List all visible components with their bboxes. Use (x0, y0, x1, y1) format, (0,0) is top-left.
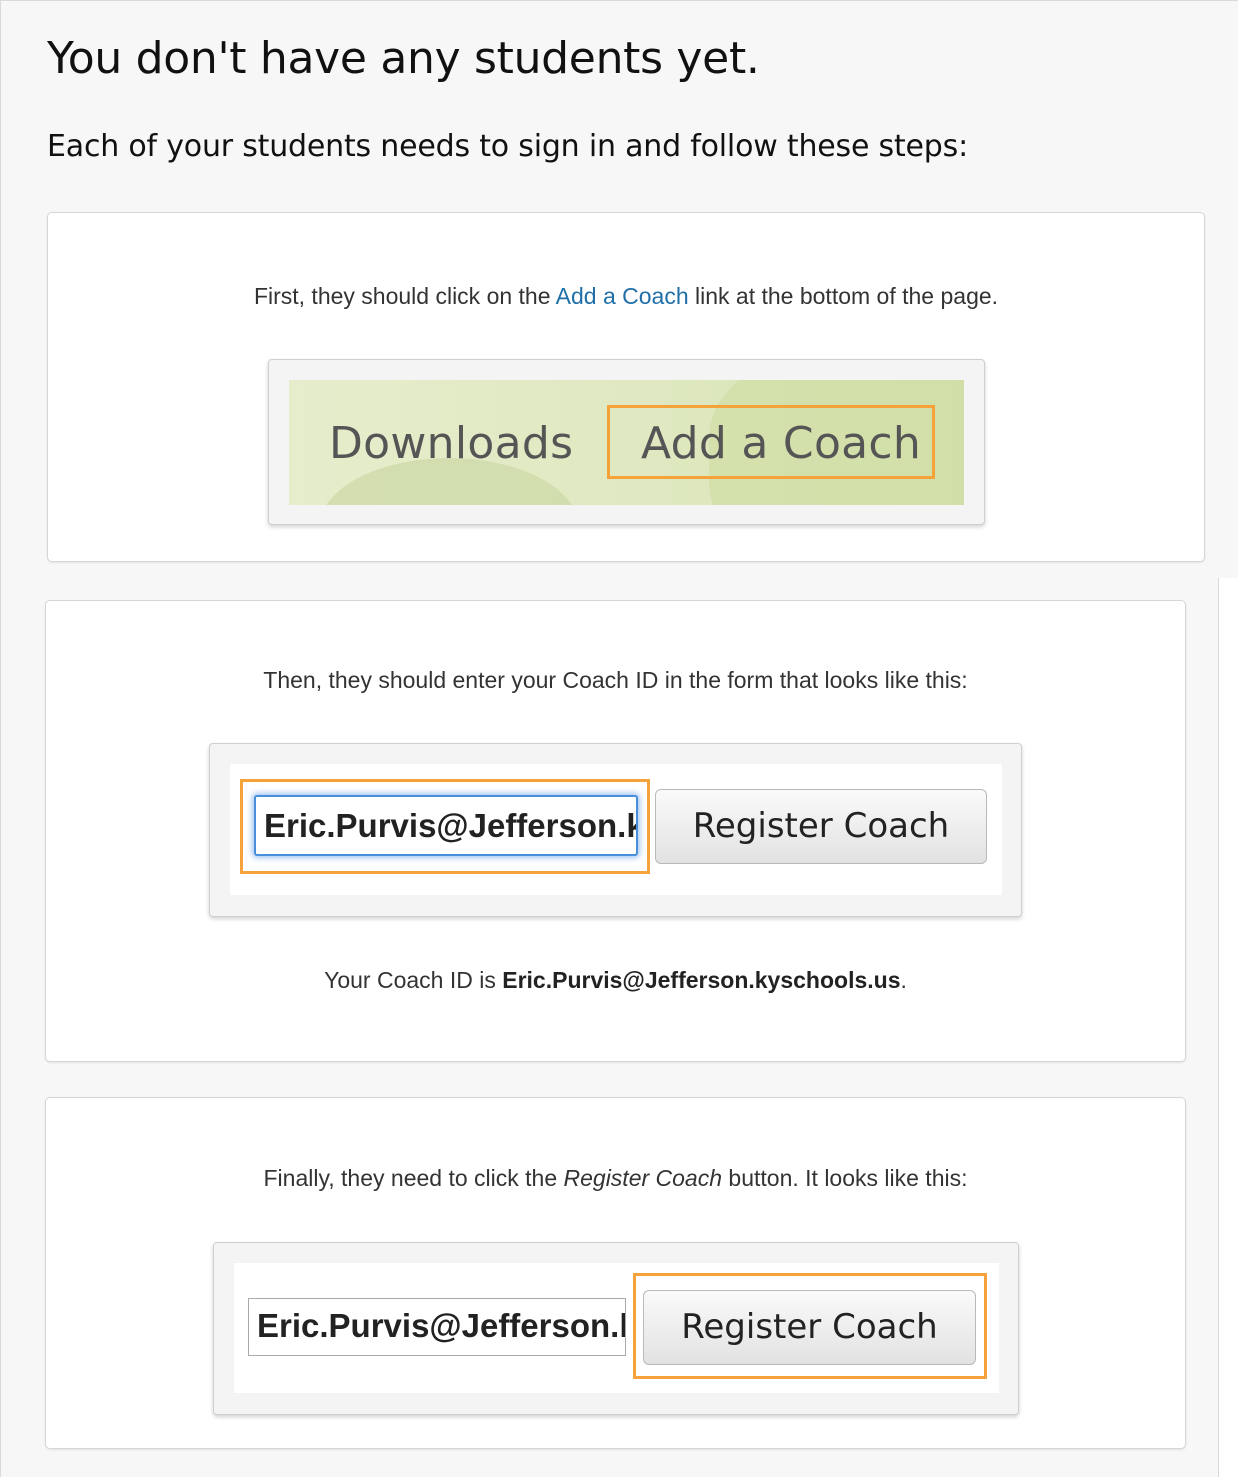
register-coach-button[interactable]: Register Coach (655, 789, 987, 864)
highlight-box (633, 1273, 987, 1379)
step-3-text-after: button. It looks like this: (722, 1165, 968, 1191)
add-a-coach-link[interactable]: Add a Coach (556, 283, 689, 309)
bottom-screenshot-panel: Then, they should enter your Coach ID in… (0, 578, 1219, 1477)
footer-strip: Downloads Add a Coach (289, 380, 964, 505)
step-2-card: Then, they should enter your Coach ID in… (45, 600, 1186, 1062)
step-1-instruction: First, they should click on the Add a Co… (48, 283, 1204, 310)
highlight-box (240, 779, 650, 874)
footer-example-image: Downloads Add a Coach (268, 359, 985, 525)
coach-id-input[interactable]: Eric.Purvis@Jefferson.kyschools.us (248, 1298, 626, 1356)
coach-form: Eric.Purvis@Jefferson.kyschools.us Regis… (230, 764, 1002, 895)
step-3-card: Finally, they need to click the Register… (45, 1097, 1186, 1449)
coach-id-line: Your Coach ID is Eric.Purvis@Jefferson.k… (46, 967, 1185, 994)
step-3-text-before: Finally, they need to click the (263, 1165, 564, 1191)
coach-form: Eric.Purvis@Jefferson.kyschools.us Regis… (234, 1263, 999, 1393)
step-1-text-after: link at the bottom of the page. (688, 283, 999, 309)
step-3-instruction: Finally, they need to click the Register… (46, 1165, 1185, 1192)
step-1-text-before: First, they should click on the (253, 283, 556, 309)
step-2-instruction: Then, they should enter your Coach ID in… (263, 667, 968, 693)
coach-id-prefix: Your Coach ID is (324, 967, 503, 993)
coach-form-example: Eric.Purvis@Jefferson.kyschools.us Regis… (209, 743, 1022, 917)
footer-downloads-link[interactable]: Downloads (329, 418, 573, 469)
page-title: You don't have any students yet. (47, 33, 760, 84)
top-screenshot-panel: You don't have any students yet. Each of… (0, 0, 1238, 578)
register-button-example: Eric.Purvis@Jefferson.kyschools.us Regis… (213, 1242, 1019, 1415)
coach-id-value: Eric.Purvis@Jefferson.kyschools.us (502, 967, 901, 993)
step-1-card: First, they should click on the Add a Co… (47, 212, 1205, 562)
coach-id-suffix: . (900, 967, 907, 993)
steps-intro: Each of your students needs to sign in a… (47, 129, 968, 164)
step-3-emphasis: Register Coach (563, 1165, 723, 1191)
highlight-box (607, 405, 935, 479)
